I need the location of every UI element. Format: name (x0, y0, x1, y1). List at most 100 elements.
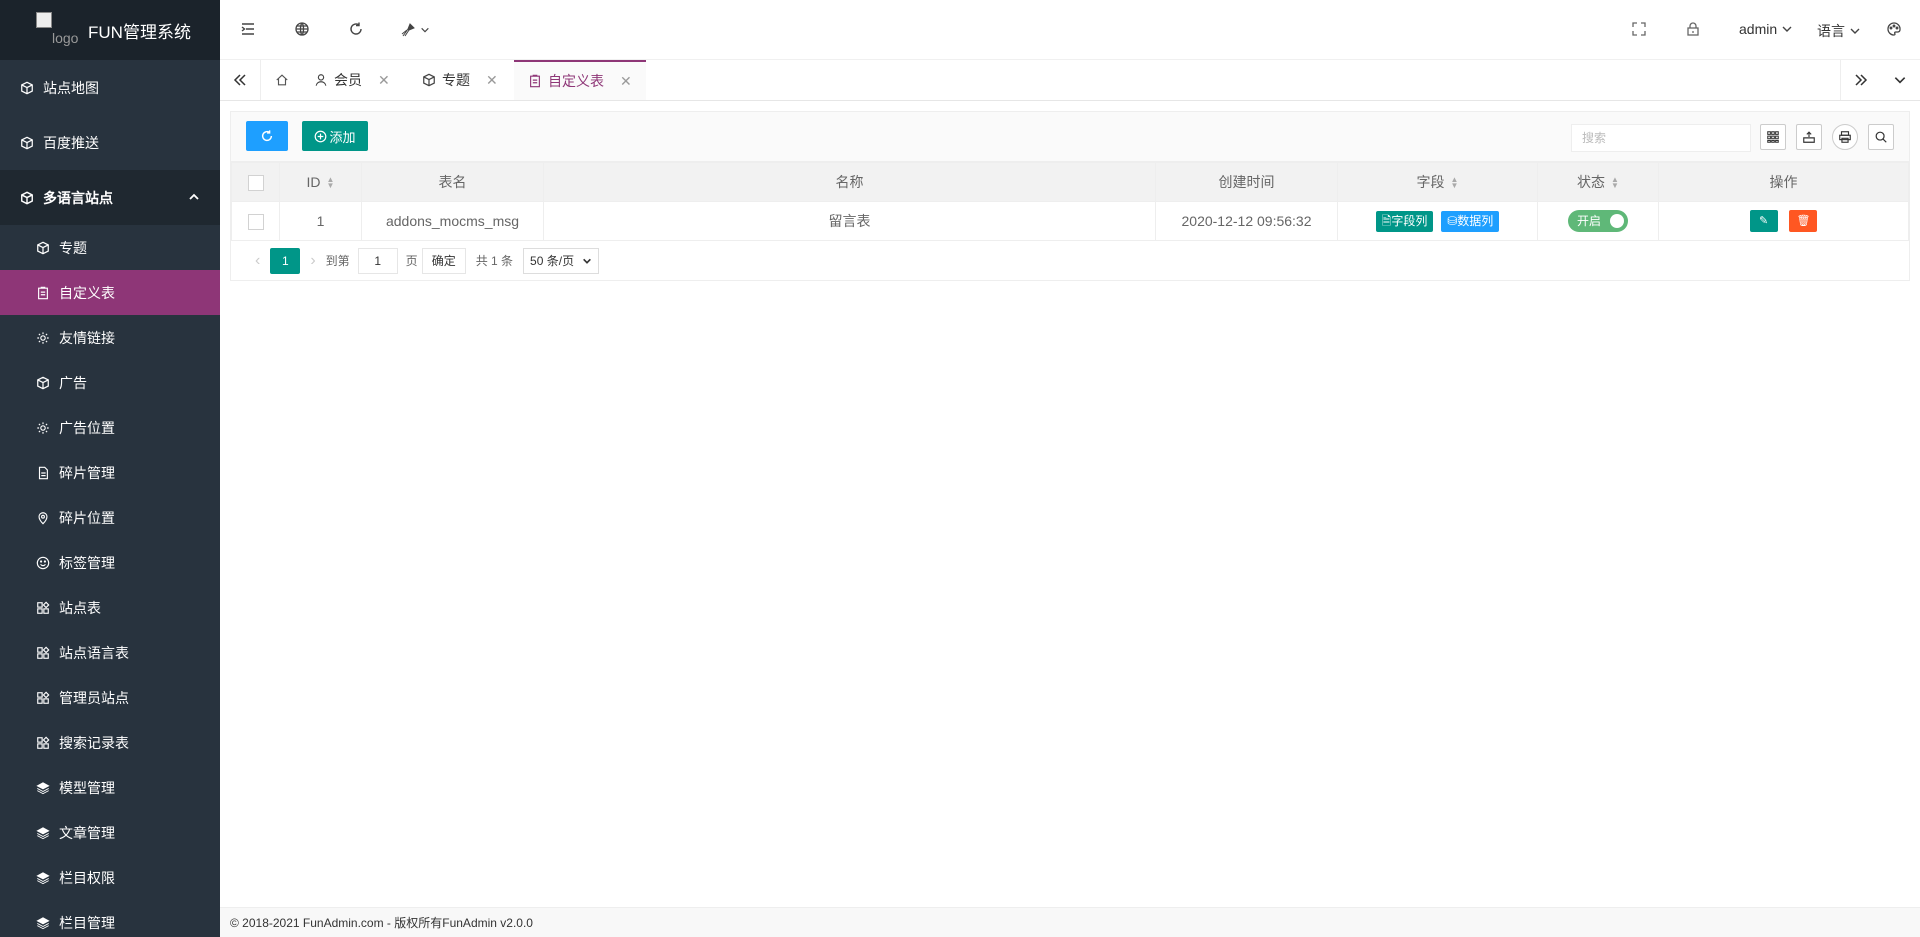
tab-menu-chevron-down-icon[interactable] (1880, 60, 1920, 100)
row-select-cell[interactable] (231, 201, 280, 241)
user-menu[interactable]: admin (1739, 21, 1793, 37)
tab-topic[interactable]: 专题 ✕ (408, 60, 512, 100)
file-icon (36, 466, 50, 480)
column-header-table-name: 表名 (361, 162, 544, 202)
chevron-down-icon (583, 258, 592, 264)
layers-icon (36, 916, 50, 930)
sidebar-item-fragment-position[interactable]: 碎片位置 (0, 495, 220, 540)
gear-icon (36, 421, 50, 435)
sidebar-item-tags[interactable]: 标签管理 (0, 540, 220, 585)
sidebar-item-topic[interactable]: 专题 (0, 225, 220, 270)
print-icon[interactable] (1832, 124, 1858, 150)
sort-icon[interactable]: ▲ ▼ (1451, 176, 1459, 190)
sidebar-item-custom-table[interactable]: 自定义表 (0, 270, 220, 315)
export-icon[interactable] (1796, 124, 1822, 150)
cell-actions: ✎ 🗑 (1658, 201, 1909, 241)
logo-bar: logo FUN管理系统 (0, 0, 220, 60)
sidebar-item-fragments[interactable]: 碎片管理 (0, 450, 220, 495)
delete-button[interactable]: 🗑 (1789, 210, 1818, 232)
sidebar-item-sitemap[interactable]: 站点地图 (0, 60, 220, 115)
menu-toggle-icon[interactable] (240, 21, 258, 39)
refresh-icon[interactable] (348, 21, 366, 39)
select-all-checkbox[interactable] (247, 174, 264, 191)
search-icon[interactable] (1868, 124, 1894, 150)
field-list-button[interactable]: 🗎字段列 (1375, 210, 1434, 232)
tab-members[interactable]: 会员 ✕ (300, 60, 404, 100)
refresh-button[interactable] (246, 121, 288, 151)
tab-scroll-right-icon[interactable] (1840, 60, 1880, 100)
tab-custom-table[interactable]: 自定义表 ✕ (514, 60, 646, 100)
columns-filter-icon[interactable] (1760, 124, 1786, 150)
select-all-cell[interactable] (231, 162, 280, 202)
clear-cache-dropdown[interactable] (400, 21, 440, 39)
row-checkbox[interactable] (247, 213, 264, 230)
current-page[interactable]: 1 (270, 247, 301, 274)
sidebar-item-admin-sites[interactable]: 管理员站点 (0, 675, 220, 720)
column-header-created: 创建时间 (1155, 162, 1338, 202)
column-header-status[interactable]: 状态 ▲ ▼ (1537, 162, 1659, 202)
app-icon (36, 691, 50, 705)
sidebar-item-baidu-push[interactable]: 百度推送 (0, 115, 220, 170)
sidebar-group-multilang[interactable]: 多语言站点 (0, 170, 220, 225)
sidebar-item-friend-links[interactable]: 友情链接 (0, 315, 220, 360)
logo[interactable]: logo (34, 10, 86, 50)
page-size-select[interactable]: 50 条/页 (523, 247, 600, 274)
language-menu[interactable]: 语言 (1817, 21, 1861, 41)
add-button[interactable]: 添加 (302, 121, 368, 151)
sidebar-item-ads[interactable]: 广告 (0, 360, 220, 405)
add-label: 添加 (329, 129, 356, 145)
column-header-name: 名称 (543, 162, 1156, 202)
close-icon[interactable]: ✕ (620, 73, 632, 90)
theme-palette-icon[interactable] (1886, 21, 1904, 39)
goto-confirm-button[interactable]: 确定 (421, 247, 466, 274)
sort-icon[interactable]: ▲ ▼ (327, 176, 335, 190)
sidebar-item-label: 友情链接 (59, 329, 115, 346)
status-toggle[interactable]: 开启 (1568, 210, 1628, 232)
sidebar-item-models[interactable]: 模型管理 (0, 765, 220, 810)
sort-icon[interactable]: ▲ ▼ (1611, 176, 1619, 190)
search-input[interactable]: 搜索 (1571, 124, 1751, 152)
app-icon (36, 601, 50, 615)
prev-page-icon[interactable]: ‹ (255, 252, 260, 270)
cube-icon (20, 136, 34, 150)
fullscreen-icon[interactable] (1631, 21, 1649, 39)
sidebar-item-label: 标签管理 (59, 554, 115, 571)
tab-home[interactable] (260, 60, 303, 100)
column-header-id[interactable]: ID ▲ ▼ (279, 162, 362, 202)
sidebar-item-label: 管理员站点 (59, 689, 129, 706)
table-header-row: ID ▲ ▼ 表名 名称 创建时间 字段 ▲ ▼ 状态 ▲ ▼ 操作 (231, 162, 1909, 202)
next-page-icon[interactable]: › (310, 252, 315, 270)
chevron-up-icon (188, 190, 200, 206)
sidebar-item-site-languages[interactable]: 站点语言表 (0, 630, 220, 675)
sidebar-item-column-permissions[interactable]: 栏目权限 (0, 855, 220, 900)
edit-button[interactable]: ✎ (1749, 210, 1778, 232)
sidebar-item-label: 多语言站点 (43, 189, 113, 206)
sidebar-item-label: 专题 (59, 239, 87, 256)
data-list-button[interactable]: ⛁数据列 (1441, 210, 1500, 232)
file-icon: 🗎 (1381, 213, 1392, 228)
sidebar-item-label: 广告位置 (59, 419, 115, 436)
sidebar-item-search-records[interactable]: 搜索记录表 (0, 720, 220, 765)
tab-scroll-left-icon[interactable] (220, 60, 260, 100)
column-header-fields[interactable]: 字段 ▲ ▼ (1337, 162, 1538, 202)
logo-alt: logo (52, 30, 79, 46)
cube-icon (20, 81, 34, 95)
goto-page-input[interactable]: 1 (357, 247, 398, 274)
app-icon (36, 646, 50, 660)
clipboard-icon (528, 74, 542, 88)
refresh-icon (261, 130, 273, 142)
sidebar-item-sites[interactable]: 站点表 (0, 585, 220, 630)
tab-label: 自定义表 (548, 73, 604, 89)
column-header-actions: 操作 (1658, 162, 1909, 202)
lock-icon[interactable] (1685, 21, 1703, 39)
close-icon[interactable]: ✕ (378, 72, 390, 89)
sidebar-item-label: 栏目管理 (59, 914, 115, 931)
globe-icon[interactable] (294, 21, 312, 39)
sidebar-item-columns[interactable]: 栏目管理 (0, 900, 220, 937)
cube-icon (20, 191, 34, 205)
sidebar-item-articles[interactable]: 文章管理 (0, 810, 220, 855)
username: admin (1739, 21, 1778, 37)
close-icon[interactable]: ✕ (486, 72, 498, 89)
sidebar-item-ad-position[interactable]: 广告位置 (0, 405, 220, 450)
sidebar-item-label: 站点表 (59, 599, 101, 616)
